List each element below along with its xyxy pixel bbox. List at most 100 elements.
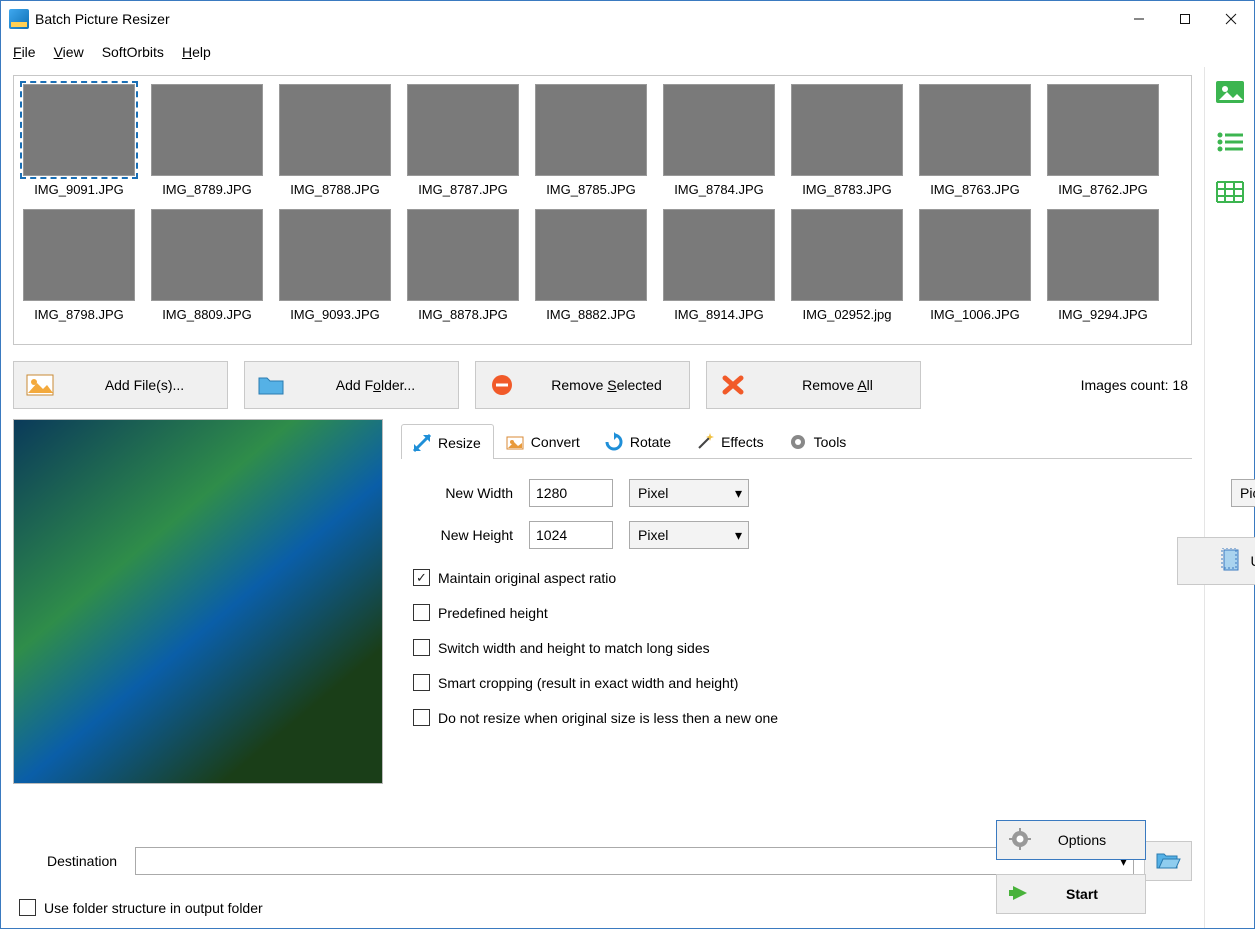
height-unit-select[interactable]: Pixel▾ bbox=[629, 521, 749, 549]
tab-tools[interactable]: Tools bbox=[777, 423, 860, 458]
new-width-label: New Width bbox=[413, 485, 513, 501]
thumbnail-image bbox=[535, 209, 647, 301]
images-count-label: Images count: 18 bbox=[1081, 377, 1192, 393]
thumbnail-label: IMG_9294.JPG bbox=[1044, 307, 1162, 322]
play-icon bbox=[1009, 882, 1031, 907]
predefined-height-checkbox[interactable]: Predefined height bbox=[413, 604, 1184, 621]
thumbnail-image bbox=[407, 209, 519, 301]
thumbnail-image bbox=[791, 209, 903, 301]
folder-open-icon bbox=[1155, 850, 1181, 872]
thumbnail-label: IMG_8783.JPG bbox=[788, 182, 906, 197]
remove-all-button[interactable]: Remove All bbox=[706, 361, 921, 409]
width-unit-select[interactable]: Pixel▾ bbox=[629, 479, 749, 507]
thumbnail-label: IMG_8878.JPG bbox=[404, 307, 522, 322]
add-files-button[interactable]: Add File(s)... bbox=[13, 361, 228, 409]
thumbnail-label: IMG_8809.JPG bbox=[148, 307, 266, 322]
no-resize-checkbox[interactable]: Do not resize when original size is less… bbox=[413, 709, 1184, 726]
destination-combo[interactable]: ▾ bbox=[135, 847, 1134, 875]
tab-bar: Resize Convert Rotate Effects bbox=[401, 419, 1192, 459]
menu-help[interactable]: Help bbox=[182, 44, 211, 60]
thumbnail-item[interactable]: IMG_8783.JPG bbox=[788, 82, 906, 197]
switch-sides-checkbox[interactable]: Switch width and height to match long si… bbox=[413, 639, 1184, 656]
thumbnail-image bbox=[1047, 84, 1159, 176]
aspect-ratio-checkbox[interactable]: Maintain original aspect ratio bbox=[413, 569, 1184, 586]
tab-resize[interactable]: Resize bbox=[401, 424, 494, 459]
thumbnail-label: IMG_9091.JPG bbox=[20, 182, 138, 197]
standard-size-select[interactable]: Pick a Standard Size▾ bbox=[1231, 479, 1255, 507]
thumbnail-item[interactable]: IMG_1006.JPG bbox=[916, 207, 1034, 322]
add-folder-button[interactable]: Add Folder... bbox=[244, 361, 459, 409]
thumbnail-label: IMG_8798.JPG bbox=[20, 307, 138, 322]
thumbnail-image bbox=[279, 84, 391, 176]
thumbnail-image bbox=[663, 84, 775, 176]
thumbnail-item[interactable]: IMG_8788.JPG bbox=[276, 82, 394, 197]
thumbnail-item[interactable]: IMG_8914.JPG bbox=[660, 207, 778, 322]
thumbnail-label: IMG_02952.jpg bbox=[788, 307, 906, 322]
thumbnails-view-icon[interactable] bbox=[1216, 81, 1244, 103]
thumbnail-label: IMG_8914.JPG bbox=[660, 307, 778, 322]
thumbnail-label: IMG_9093.JPG bbox=[276, 307, 394, 322]
thumbnail-image bbox=[663, 209, 775, 301]
browse-folder-button[interactable] bbox=[1144, 841, 1192, 881]
thumbnail-item[interactable]: IMG_9294.JPG bbox=[1044, 207, 1162, 322]
tab-effects[interactable]: Effects bbox=[684, 423, 777, 458]
thumbnail-image bbox=[535, 84, 647, 176]
remove-selected-label: Remove Selected bbox=[536, 377, 677, 393]
canvas-resize-button[interactable]: Use Canvas Resize bbox=[1177, 537, 1255, 585]
rotate-icon bbox=[604, 432, 624, 452]
thumbnail-label: IMG_8763.JPG bbox=[916, 182, 1034, 197]
thumbnail-image bbox=[919, 209, 1031, 301]
thumbnail-item[interactable]: IMG_8809.JPG bbox=[148, 207, 266, 322]
thumbnail-image bbox=[151, 209, 263, 301]
tab-convert[interactable]: Convert bbox=[494, 423, 593, 458]
file-toolbar: Add File(s)... Add Folder... Remove Sele… bbox=[13, 361, 1192, 409]
thumbnail-image bbox=[407, 84, 519, 176]
thumbnail-item[interactable]: IMG_02952.jpg bbox=[788, 207, 906, 322]
details-view-icon[interactable] bbox=[1216, 181, 1244, 203]
add-folder-label: Add Folder... bbox=[305, 377, 446, 393]
thumbnail-label: IMG_8762.JPG bbox=[1044, 182, 1162, 197]
thumbnail-item[interactable]: IMG_8878.JPG bbox=[404, 207, 522, 322]
gear-icon bbox=[1009, 828, 1031, 853]
tab-rotate[interactable]: Rotate bbox=[593, 423, 684, 458]
close-button[interactable] bbox=[1208, 3, 1254, 35]
thumbnail-image bbox=[23, 209, 135, 301]
thumbnail-grid[interactable]: IMG_9091.JPGIMG_8789.JPGIMG_8788.JPGIMG_… bbox=[13, 75, 1192, 345]
thumbnail-item[interactable]: IMG_8763.JPG bbox=[916, 82, 1034, 197]
image-icon bbox=[26, 373, 54, 397]
thumbnail-label: IMG_8789.JPG bbox=[148, 182, 266, 197]
thumbnail-image bbox=[919, 84, 1031, 176]
thumbnail-item[interactable]: IMG_8798.JPG bbox=[20, 207, 138, 322]
thumbnail-item[interactable]: IMG_9091.JPG bbox=[20, 82, 138, 197]
new-height-label: New Height bbox=[413, 527, 513, 543]
maximize-button[interactable] bbox=[1162, 3, 1208, 35]
thumbnail-item[interactable]: IMG_8882.JPG bbox=[532, 207, 650, 322]
thumbnail-image bbox=[791, 84, 903, 176]
thumbnail-item[interactable]: IMG_8789.JPG bbox=[148, 82, 266, 197]
thumbnail-item[interactable]: IMG_9093.JPG bbox=[276, 207, 394, 322]
thumbnail-item[interactable]: IMG_8762.JPG bbox=[1044, 82, 1162, 197]
canvas-icon bbox=[1221, 548, 1241, 575]
list-view-icon[interactable] bbox=[1216, 131, 1244, 153]
delete-icon bbox=[719, 373, 747, 397]
smart-cropping-checkbox[interactable]: Smart cropping (result in exact width an… bbox=[413, 674, 1184, 691]
thumbnail-item[interactable]: IMG_8785.JPG bbox=[532, 82, 650, 197]
menu-file[interactable]: File bbox=[13, 44, 36, 60]
minimize-button[interactable] bbox=[1116, 3, 1162, 35]
new-height-input[interactable] bbox=[529, 521, 613, 549]
remove-all-label: Remove All bbox=[767, 377, 908, 393]
destination-label: Destination bbox=[13, 853, 125, 869]
thumbnail-item[interactable]: IMG_8784.JPG bbox=[660, 82, 778, 197]
options-button[interactable]: Options bbox=[996, 820, 1146, 860]
chevron-down-icon: ▾ bbox=[735, 527, 742, 544]
new-width-input[interactable] bbox=[529, 479, 613, 507]
thumbnail-image bbox=[1047, 209, 1159, 301]
thumbnail-image bbox=[279, 209, 391, 301]
window-title: Batch Picture Resizer bbox=[35, 11, 1116, 27]
remove-selected-button[interactable]: Remove Selected bbox=[475, 361, 690, 409]
menu-view[interactable]: View bbox=[54, 44, 84, 60]
preview-image bbox=[13, 419, 383, 784]
start-button[interactable]: Start bbox=[996, 874, 1146, 914]
menu-softorbits[interactable]: SoftOrbits bbox=[102, 44, 164, 60]
thumbnail-item[interactable]: IMG_8787.JPG bbox=[404, 82, 522, 197]
